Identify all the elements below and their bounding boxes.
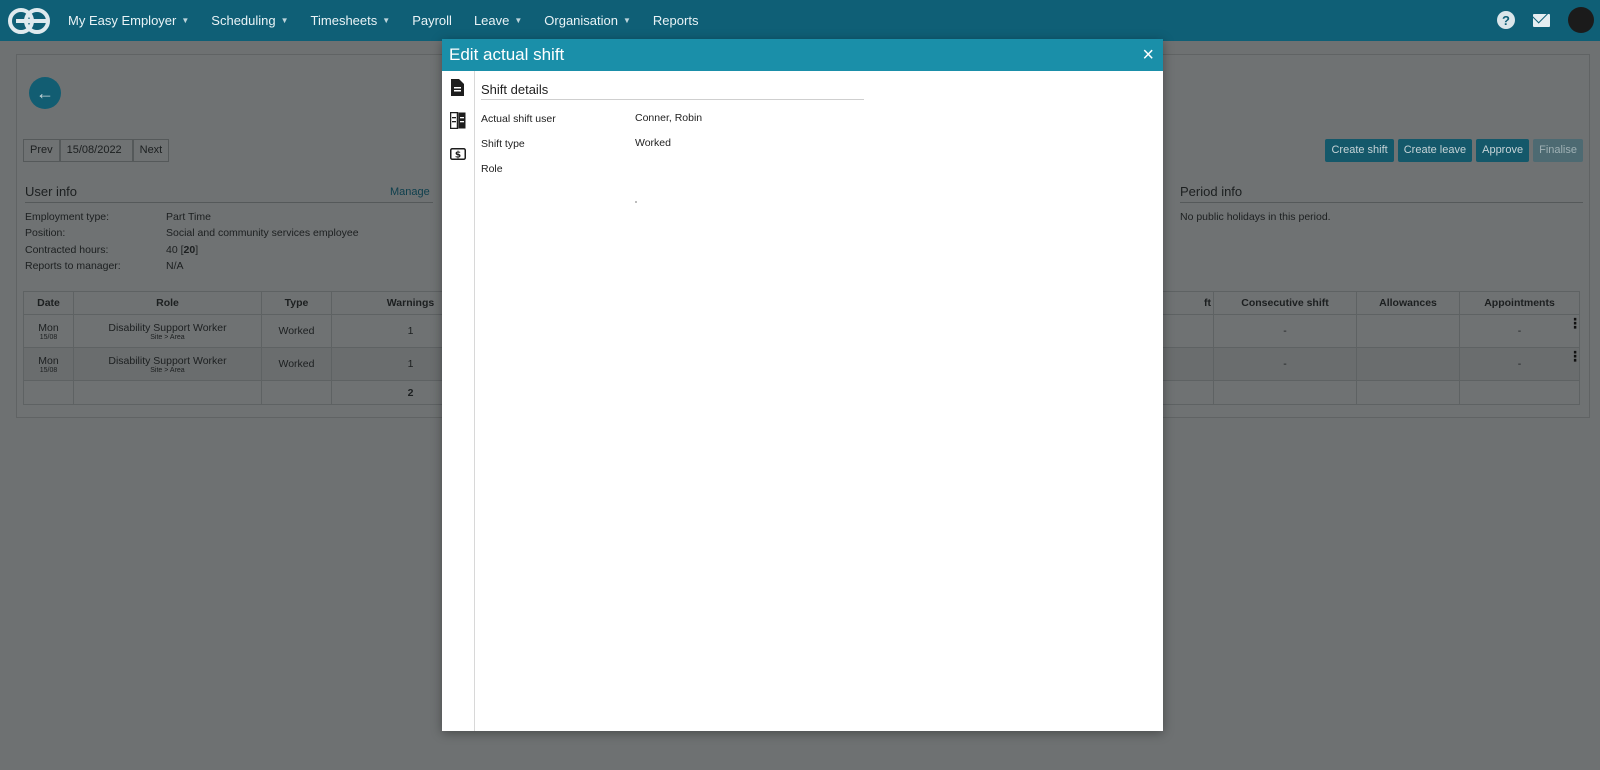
info-value: N/A	[166, 260, 184, 272]
mail-icon[interactable]	[1533, 13, 1550, 27]
col-role: Role	[73, 291, 262, 315]
app-logo[interactable]	[8, 7, 50, 35]
next-button[interactable]: Next	[132, 139, 170, 162]
row-menu-icon[interactable]: ⋮	[1568, 315, 1582, 332]
nav-leave[interactable]: Leave ▼	[474, 13, 522, 28]
date-navigator: Prev 15/08/2022 Next	[23, 139, 170, 162]
nav-timesheets[interactable]: Timesheets ▼	[311, 13, 391, 28]
nav-payroll[interactable]: Payroll	[412, 13, 452, 28]
cell-role: Disability Support Worker Site > Area	[73, 347, 262, 381]
shift-type-label: Shift type	[481, 138, 525, 150]
nav-reports[interactable]: Reports	[653, 13, 699, 28]
help-icon[interactable]: ?	[1497, 11, 1515, 29]
cell-date: Mon 15/08	[23, 314, 74, 348]
cell-role: Disability Support Worker Site > Area	[73, 314, 262, 348]
cell-type: Worked	[261, 347, 332, 381]
info-value: Social and community services employee	[166, 227, 359, 239]
nav-scheduling[interactable]: Scheduling ▼	[211, 13, 288, 28]
document-icon	[451, 79, 464, 96]
cell-appointments: -	[1459, 314, 1580, 348]
info-value: Part Time	[166, 211, 211, 223]
period-info-title: Period info	[1180, 184, 1243, 199]
col-consecutive: Consecutive shift	[1213, 291, 1357, 315]
modal-header: Edit actual shift	[442, 39, 1163, 71]
info-label: Position:	[25, 227, 66, 239]
chevron-down-icon: ▼	[382, 16, 391, 25]
svg-text:$: $	[455, 150, 461, 160]
compare-documents-icon	[450, 112, 466, 129]
col-type: Type	[261, 291, 332, 315]
create-leave-button[interactable]: Create leave	[1397, 139, 1473, 162]
finalise-button[interactable]: Finalise	[1533, 139, 1583, 162]
col-appointments: Appointments	[1459, 291, 1580, 315]
cell-date: Mon 15/08	[23, 347, 74, 381]
info-label: Reports to manager:	[25, 260, 121, 272]
top-navbar: My Easy Employer ▼ Scheduling ▼ Timesheets…	[0, 0, 1600, 41]
row-menu-icon[interactable]: ⋮	[1568, 348, 1582, 365]
cell-appointments: -	[1459, 347, 1580, 381]
info-label: Contracted hours:	[25, 244, 109, 256]
cell-allowances	[1356, 314, 1460, 348]
divider	[25, 202, 433, 203]
date-field[interactable]: 15/08/2022	[59, 139, 133, 162]
actual-shift-user-label: Actual shift user	[481, 113, 556, 125]
manage-link[interactable]: Manage	[390, 186, 430, 198]
user-avatar[interactable]	[1568, 7, 1594, 33]
modal-title: Edit actual shift	[449, 45, 565, 64]
back-button[interactable]: ←	[29, 77, 61, 109]
shift-form: Shift details Actual shift user Conner, …	[481, 71, 864, 693]
info-label: Employment type:	[25, 211, 110, 223]
prev-button[interactable]: Prev	[23, 139, 60, 162]
actual-shift-user-value: Conner, Robin	[635, 112, 703, 124]
section-shift-details: Shift details	[481, 82, 549, 97]
nav-organisation[interactable]: Organisation ▼	[544, 13, 631, 28]
close-icon[interactable]: ×	[1142, 44, 1154, 67]
cell-type: Worked	[261, 314, 332, 348]
chevron-down-icon: ▼	[623, 16, 631, 25]
cell-consecutive: -	[1213, 314, 1357, 348]
ee-logo-icon	[8, 7, 50, 34]
page-actions: Create shift Create leave Approve Finali…	[1325, 139, 1583, 162]
info-value: 40 [20]	[166, 244, 199, 256]
approve-button[interactable]: Approve	[1476, 139, 1530, 162]
period-info-text: No public holidays in this period.	[1180, 211, 1331, 223]
divider	[481, 99, 864, 100]
edit-shift-modal: Edit actual shift × $ Shift details Actu…	[442, 39, 1163, 731]
create-shift-button[interactable]: Create shift	[1325, 139, 1394, 162]
user-info-title: User info	[25, 184, 78, 199]
cell-allowances	[1356, 347, 1460, 381]
chevron-down-icon: ▼	[181, 16, 190, 25]
tab-shift-details[interactable]	[442, 71, 474, 104]
role-label: Role	[481, 163, 503, 175]
col-allowances: Allowances	[1356, 291, 1460, 315]
tab-pay[interactable]: $	[442, 137, 474, 170]
divider	[1180, 202, 1583, 203]
col-date: Date	[23, 291, 74, 315]
modal-side-tabs: $	[442, 71, 475, 731]
money-icon: $	[450, 147, 466, 160]
cell-consecutive: -	[1213, 347, 1357, 381]
nav-right-tools: ?	[1497, 7, 1594, 33]
nav-my-easy-employer[interactable]: My Easy Employer ▼	[68, 13, 189, 28]
chevron-down-icon: ▼	[280, 16, 289, 25]
chevron-down-icon: ▼	[514, 16, 523, 25]
shift-type-value: Worked	[635, 137, 671, 149]
tab-compare[interactable]	[442, 104, 474, 137]
arrow-left-icon: ←	[36, 82, 54, 103]
